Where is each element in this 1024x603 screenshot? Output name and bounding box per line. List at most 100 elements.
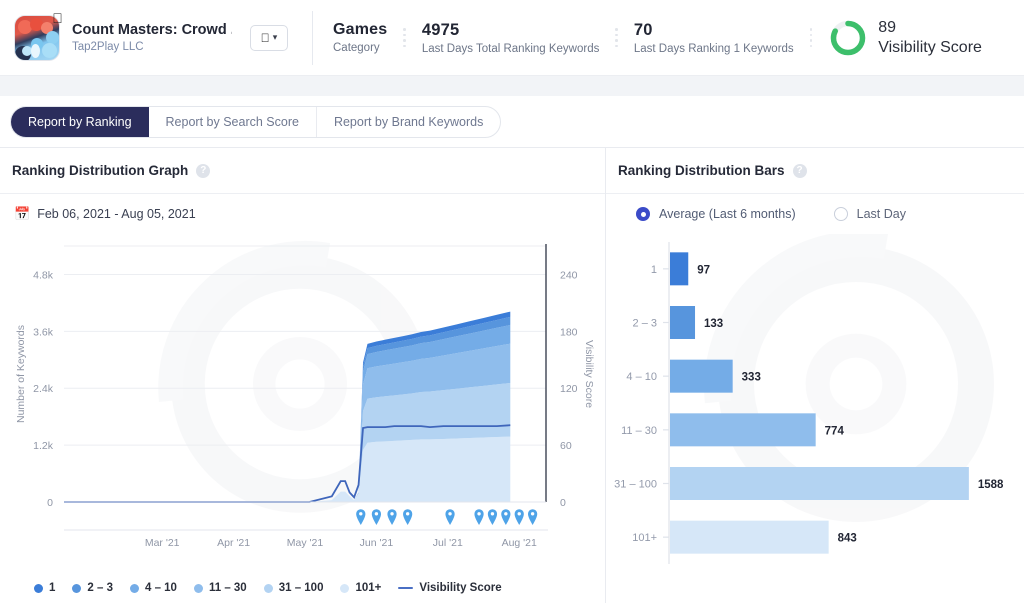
map-pin-icon[interactable]: [528, 509, 538, 525]
area-chart-legend: 1 2 – 3 4 – 10 11 – 30 31 – 100 101+ Vis…: [0, 573, 605, 603]
y2-axis-tick-label: 180: [560, 326, 578, 338]
drag-handle-icon[interactable]: [615, 28, 618, 47]
bar-value-label: 843: [838, 533, 857, 545]
y2-axis-tick-label: 60: [560, 440, 572, 452]
bar-value-label: 1588: [978, 479, 1004, 491]
y-axis-tick-label: 4.8k: [33, 269, 54, 281]
metric-category: Games Category: [333, 21, 387, 54]
map-pin-icon[interactable]: [445, 509, 455, 525]
app-text: Count Masters: Crowd ... Tap2Play LLC: [72, 22, 232, 53]
map-pin-icon[interactable]: [371, 509, 382, 525]
help-icon[interactable]: ?: [196, 163, 211, 178]
app-identity:  Count Masters: Crowd ... Tap2Play LLC: [14, 11, 232, 61]
legend-item-visibility-score[interactable]: Visibility Score: [398, 582, 502, 594]
bar-chart-wrap: 1 97 2 – 3 133 4 – 10 333 11 – 30 774 31 – 100 15…: [606, 234, 1024, 603]
area-chart-wrap: 0 1.2k 2.4k 3.6k 4.8k 0 60 120 180 240 Number of K…: [0, 234, 605, 573]
legend-item-4-10[interactable]: 4 – 10: [129, 582, 177, 594]
radio-label: Last Day: [856, 207, 906, 221]
drag-handle-icon[interactable]: [809, 28, 813, 47]
metric-category-value: Games: [333, 21, 388, 38]
y-axis-title: Number of Keywords: [15, 325, 27, 423]
tab-report-by-search-score[interactable]: Report by Search Score: [149, 106, 317, 137]
x-axis-tick-label: Aug '21: [502, 537, 537, 549]
legend-swatch-icon: [72, 583, 82, 593]
help-icon[interactable]: ?: [792, 163, 807, 178]
y-axis-tick-label: 1.2k: [33, 440, 54, 452]
map-pin-icon[interactable]: [501, 509, 511, 525]
metric-ranking-1-keywords-label: Last Days Ranking 1 Keywords: [633, 42, 794, 55]
metric-ranking-1-keywords: 70 Last Days Ranking 1 Keywords: [634, 21, 794, 55]
bar-category-label: 2 – 3: [633, 318, 657, 330]
legend-item-11-30[interactable]: 11 – 30: [193, 582, 247, 594]
tab-report-by-brand-keywords[interactable]: Report by Brand Keywords: [317, 107, 500, 137]
y2-axis-title: Visibility Score: [583, 340, 595, 408]
legend-item-2-3[interactable]: 2 – 3: [72, 582, 113, 594]
app-developer-link[interactable]: Tap2Play LLC: [72, 41, 232, 53]
radio-icon: [833, 207, 848, 221]
y-axis-tick-label: 0: [47, 497, 53, 509]
panel-left-header: Ranking Distribution Graph ?: [0, 148, 605, 194]
bars-mode-radio-group: Average (Last 6 months) Last Day: [620, 207, 906, 221]
map-pin-icon[interactable]: [474, 509, 484, 525]
platform-selector[interactable]:  ▾: [250, 24, 288, 51]
bar-value-label: 774: [825, 425, 845, 437]
legend-item-101-plus[interactable]: 101+: [340, 582, 381, 594]
tabstrip-spacer: [0, 76, 1024, 96]
app-icon-wrap: : [14, 11, 63, 61]
date-range-picker[interactable]: 📅 Feb 06, 2021 - Aug 05, 2021: [14, 206, 196, 222]
apple-icon: : [261, 32, 270, 44]
map-pin-icon[interactable]: [514, 509, 524, 525]
bar-category-label: 31 – 100: [614, 479, 657, 491]
panel-left-title: Ranking Distribution Graph: [12, 163, 189, 178]
apple-icon: : [50, 11, 65, 26]
metric-ranking-1-keywords-value: 70: [633, 20, 653, 39]
x-axis-tick-label: Jun '21: [360, 537, 394, 549]
bar[interactable]: [670, 306, 696, 339]
calendar-icon: 📅: [14, 206, 31, 221]
radio-option-average[interactable]: Average (Last 6 months): [636, 207, 796, 221]
x-axis-tick-label: Apr '21: [217, 537, 250, 549]
tab-report-by-ranking[interactable]: Report by Ranking: [11, 106, 149, 137]
header-divider: [312, 10, 313, 65]
bar[interactable]: [670, 252, 689, 286]
bar[interactable]: [670, 359, 733, 393]
visibility-score-value: 89: [878, 18, 896, 36]
visibility-score-ring: [830, 20, 866, 55]
drag-handle-icon[interactable]: [403, 28, 406, 47]
y-axis-tick-label: 3.6k: [33, 326, 54, 338]
legend-swatch-icon: [129, 583, 139, 593]
legend-item-1[interactable]: 1: [34, 582, 55, 594]
legend-label: 101+: [355, 582, 382, 594]
legend-swatch-icon: [340, 583, 350, 593]
legend-line-icon: [398, 586, 414, 590]
map-pin-icon[interactable]: [356, 509, 366, 525]
bar[interactable]: [670, 520, 829, 554]
metric-visibility-score: 89 Visibility Score: [828, 18, 982, 58]
radio-option-last-day[interactable]: Last Day: [833, 207, 906, 221]
bar-value-label: 333: [742, 372, 761, 384]
bar[interactable]: [670, 467, 969, 500]
legend-item-31-100[interactable]: 31 – 100: [263, 582, 323, 594]
x-axis-tick-label: Mar '21: [145, 537, 180, 549]
legend-swatch-icon: [34, 583, 43, 593]
metric-total-ranking-keywords-label: Last Days Total Ranking Keywords: [421, 42, 600, 55]
chevron-down-icon: ▾: [273, 32, 278, 43]
app-header:  Count Masters: Crowd ... Tap2Play LLC …: [0, 0, 1024, 76]
ranking-distribution-bar-chart[interactable]: 1 97 2 – 3 133 4 – 10 333 11 – 30 774 31 – 100 15…: [606, 234, 1024, 579]
panel-ranking-distribution-graph: Ranking Distribution Graph ? 📅 Feb 06, 2…: [0, 148, 606, 603]
bar[interactable]: [670, 413, 816, 447]
legend-swatch-icon: [263, 583, 273, 593]
radio-icon-selected: [636, 207, 650, 221]
ranking-distribution-area-chart[interactable]: 0 1.2k 2.4k 3.6k 4.8k 0 60 120 180 240 Number of K…: [0, 234, 605, 549]
map-pin-icon[interactable]: [403, 509, 413, 525]
bar-category-label: 11 – 30: [621, 425, 657, 437]
legend-label: Visibility Score: [419, 582, 502, 594]
x-axis-tick-label: May '21: [287, 537, 324, 549]
map-pin-icon[interactable]: [387, 509, 397, 525]
date-range-label: Feb 06, 2021 - Aug 05, 2021: [37, 207, 196, 221]
map-pin-icon[interactable]: [487, 509, 498, 525]
panel-left-subheader: 📅 Feb 06, 2021 - Aug 05, 2021: [0, 194, 605, 234]
y2-axis-tick-label: 240: [560, 269, 578, 281]
metric-category-label: Category: [333, 42, 380, 54]
legend-label: 2 – 3: [87, 582, 113, 594]
